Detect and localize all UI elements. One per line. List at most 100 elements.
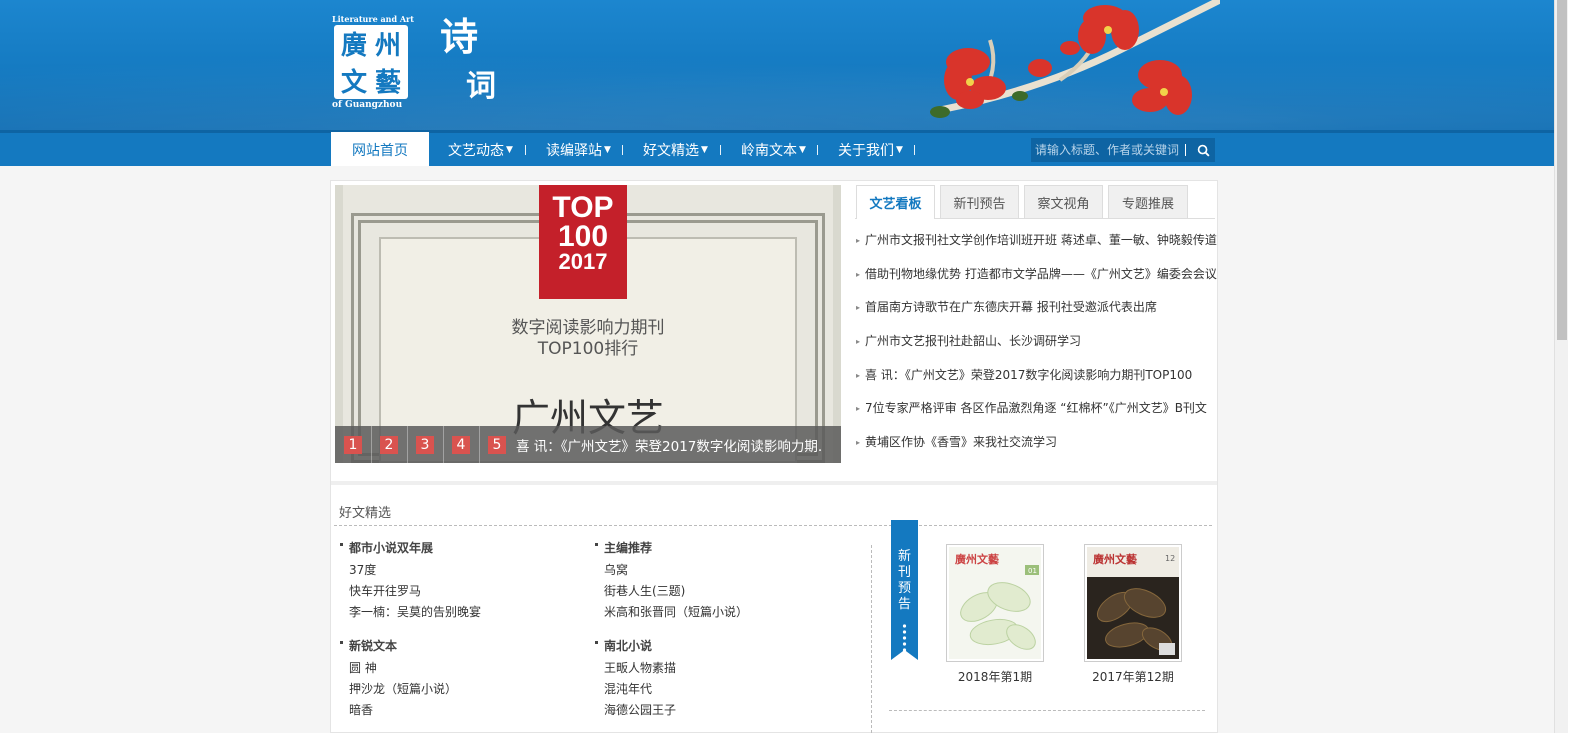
nav-item-news[interactable]: 文艺动态 ▼	[448, 133, 513, 166]
nav-separator	[720, 145, 721, 155]
section-title-char: 词	[466, 69, 496, 104]
article-group: 新锐文本 圆 神 押沙龙（短篇小说） 暗香	[340, 638, 457, 723]
dashed-divider	[889, 710, 1205, 711]
tab-perspective[interactable]: 察文视角	[1024, 185, 1103, 218]
nav-separator	[622, 145, 623, 155]
ribbon-label-char: 刊	[898, 565, 911, 580]
cover-image: 廣州文藝 01	[949, 547, 1041, 659]
news-item-title: 广州市文艺报刊社赴韶山、长沙调研学习	[865, 334, 1082, 348]
nav-item-lingnan[interactable]: 岭南文本 ▼	[741, 133, 806, 166]
main-nav: 网站首页 文艺动态 ▼ 读编驿站 ▼ 好文精选 ▼ 岭南文本 ▼ 关于我们 ▼	[0, 130, 1554, 168]
group-heading[interactable]: 都市小说双年展	[340, 540, 481, 562]
news-item[interactable]: ▸ 喜 讯：《广州文艺》荣登2017数字化阅读影响力期刊TOP100	[856, 366, 1218, 386]
logo-mark: 廣 州 文 藝	[334, 25, 408, 99]
site-logo[interactable]: Literature and Art 廣 州 文 藝 of Guangzhou	[332, 14, 414, 112]
search-button[interactable]	[1191, 138, 1215, 162]
article-group: 主编推荐 乌窝 街巷人生(三题) 米高和张晋同（短篇小说）	[595, 540, 748, 625]
article-link[interactable]: 乌窝	[595, 562, 748, 583]
logo-char: 文	[340, 68, 367, 98]
group-heading[interactable]: 主编推荐	[595, 540, 748, 562]
logo-char: 廣	[340, 31, 367, 61]
cover-image: 廣州文藝 12	[1087, 547, 1179, 659]
news-item-title: 7位专家严格评审 各区作品激烈角逐 “红棉杯”《广州文艺》B刊文	[865, 401, 1207, 415]
slider-caption-bar: 1 2 3 4 5 喜 讯：《广州文艺》荣登2017数字化阅读影响力期.	[335, 426, 841, 463]
cover-brand: 廣州文藝	[955, 552, 999, 566]
caret-down-icon: ▼	[799, 144, 806, 155]
badge-line: 2017	[558, 249, 608, 274]
badge-line: TOP	[552, 191, 614, 224]
slide-dot[interactable]: 1	[344, 436, 362, 454]
cover-caption[interactable]: 2017年第12期	[1084, 668, 1182, 685]
article-group: 都市小说双年展 37度 快车开往罗马 李一楠：吴莫的告别晚宴	[340, 540, 481, 625]
news-item[interactable]: ▸ 7位专家严格评审 各区作品激烈角逐 “红棉杯”《广州文艺》B刊文	[856, 399, 1218, 419]
tab-literary-board[interactable]: 文艺看板	[856, 185, 935, 219]
header-wave-decoration	[0, 40, 1554, 130]
nav-item-label: 岭南文本	[741, 142, 797, 159]
article-link[interactable]: 快车开往罗马	[340, 583, 481, 604]
nav-separator	[914, 145, 915, 155]
nav-separator	[817, 145, 818, 155]
article-link[interactable]: 混沌年代	[595, 681, 676, 702]
nav-home[interactable]: 网站首页	[331, 132, 429, 168]
group-heading-label: 都市小说双年展	[349, 541, 434, 555]
article-link[interactable]: 海德公园王子	[595, 702, 676, 723]
ribbon-label-char: 预	[898, 581, 911, 596]
page-scrollbar[interactable]	[1554, 0, 1568, 733]
news-tabs: 文艺看板 新刊预告 察文视角 专题推展	[855, 185, 1215, 219]
slide-dot-separator	[479, 426, 480, 463]
nav-item-selected[interactable]: 好文精选 ▼	[643, 133, 708, 166]
cover-issue-number: 12	[1165, 554, 1175, 563]
slide-dot[interactable]: 2	[380, 436, 398, 454]
slide-dot-separator	[371, 426, 372, 463]
article-link[interactable]: 街巷人生(三题)	[595, 583, 748, 604]
section-divider	[331, 481, 1217, 485]
bullet-square-icon	[340, 543, 343, 546]
article-link[interactable]: 米高和张晋同（短篇小说）	[595, 604, 748, 625]
featured-slider[interactable]: TOP 100 2017 数字阅读影响力期刊 TOP100排行 广州文艺 1 2…	[335, 185, 841, 463]
news-item[interactable]: ▸ 广州市文报刊社文学创作培训班开班 蒋述卓、董一敏、钟晓毅传道	[856, 231, 1218, 251]
news-item[interactable]: ▸ 黄埔区作协《香雪》来我社交流学习	[856, 433, 1218, 453]
article-link[interactable]: 圆 神	[340, 660, 457, 681]
slide-caption[interactable]: 喜 讯：《广州文艺》荣登2017数字化阅读影响力期.	[516, 435, 822, 455]
slide-dot-separator	[407, 426, 408, 463]
magazine-cover[interactable]: 廣州文藝 01	[946, 544, 1044, 662]
article-link[interactable]: 李一楠：吴莫的告别晚宴	[340, 604, 481, 625]
cover-issue-number: 01	[1028, 567, 1037, 575]
bullet-arrow-icon: ▸	[856, 236, 861, 245]
logo-top-text: Literature and Art	[332, 14, 414, 24]
news-item[interactable]: ▸ 广州市文艺报刊社赴韶山、长沙调研学习	[856, 332, 1218, 352]
good-articles-title: 好文精选	[339, 506, 392, 521]
window-edge	[1568, 0, 1592, 733]
magazine-cover[interactable]: 廣州文藝 12	[1084, 544, 1182, 662]
news-item-title: 借助刊物地缘优势 打造都市文学品牌——《广州文艺》编委会会议	[865, 267, 1217, 281]
article-link[interactable]: 押沙龙（短篇小说）	[340, 681, 457, 702]
group-heading[interactable]: 南北小说	[595, 638, 676, 660]
slide-dot[interactable]: 5	[488, 436, 506, 454]
search-input[interactable]	[1031, 138, 1187, 162]
article-link[interactable]: 37度	[340, 562, 481, 583]
tab-new-issue[interactable]: 新刊预告	[940, 185, 1019, 218]
scrollbar-thumb[interactable]	[1557, 0, 1567, 340]
nav-item-reader[interactable]: 读编驿站 ▼	[546, 133, 611, 166]
article-link[interactable]: 暗香	[340, 702, 457, 723]
nav-separator	[525, 145, 526, 155]
article-group: 南北小说 王畈人物素描 混沌年代 海德公园王子	[595, 638, 676, 723]
news-item[interactable]: ▸ 首届南方诗歌节在广东德庆开幕 报刊社受邀派代表出席	[856, 298, 1218, 318]
ribbon-label-char: 告	[898, 597, 911, 612]
slide-dot[interactable]: 4	[452, 436, 470, 454]
bullet-arrow-icon: ▸	[856, 270, 861, 279]
group-heading[interactable]: 新锐文本	[340, 638, 457, 660]
badge-line: 100	[557, 220, 609, 253]
bullet-arrow-icon: ▸	[856, 438, 861, 447]
caret-down-icon: ▼	[701, 144, 708, 155]
cover-caption[interactable]: 2018年第1期	[946, 668, 1044, 685]
article-link[interactable]: 王畈人物素描	[595, 660, 676, 681]
top100-badge: TOP 100 2017	[539, 185, 627, 299]
logo-char: 藝	[374, 68, 401, 98]
nav-item-about[interactable]: 关于我们 ▼	[838, 133, 903, 166]
vertical-dashed-divider	[871, 545, 872, 733]
search-divider	[1185, 144, 1186, 156]
tab-topics[interactable]: 专题推展	[1108, 185, 1188, 218]
news-item[interactable]: ▸ 借助刊物地缘优势 打造都市文学品牌——《广州文艺》编委会会议	[856, 265, 1218, 285]
slide-dot[interactable]: 3	[416, 436, 434, 454]
